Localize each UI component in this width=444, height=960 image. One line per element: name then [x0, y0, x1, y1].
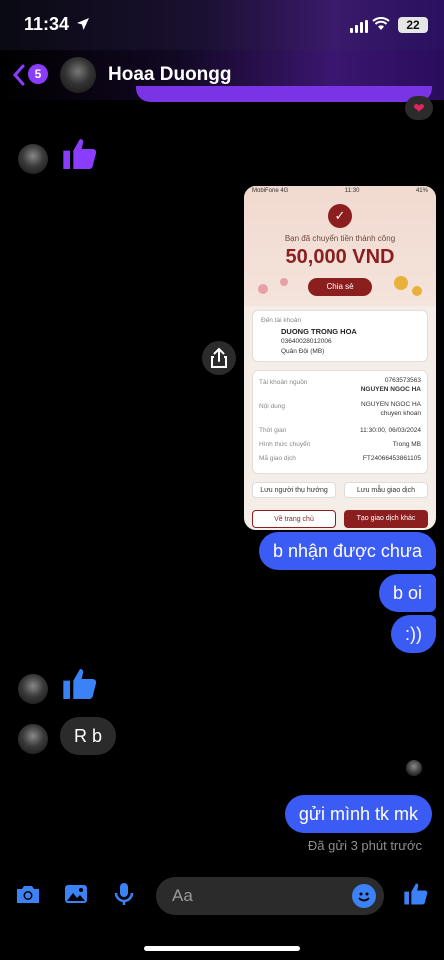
signal-icon [350, 20, 368, 33]
status-bar: 11:34 22 [0, 0, 444, 50]
heart-icon[interactable]: ❤ [405, 96, 433, 120]
thumbs-up-icon[interactable] [60, 134, 100, 174]
avatar[interactable] [18, 144, 48, 174]
beneficiary-name: DUONG TRONG HOA [281, 327, 357, 336]
thumbs-up-icon[interactable] [60, 664, 100, 704]
message-bubble-outgoing[interactable]: gửi mình tk mk [284, 795, 432, 833]
microphone-icon[interactable] [110, 880, 138, 908]
transaction-details-card: Tài khoản nguồn 0763573563 NGUYEN NGOC H… [252, 370, 428, 474]
receipt-carrier: MobiFone 4G [252, 188, 289, 194]
unread-count-badge[interactable]: 5 [28, 64, 48, 84]
transfer-receipt-image[interactable]: MobiFone 4G 11:30 41% ✓ Bạn đã chuyển ti… [244, 186, 436, 530]
detail-label: Tài khoản nguồn [259, 379, 308, 386]
receipt-share-button: Chia sẻ [308, 278, 372, 296]
previous-message-bubble[interactable] [136, 86, 432, 102]
detail-value: FT24066453861105 [362, 455, 421, 462]
home-button: Về trang chủ [252, 510, 336, 528]
seen-avatar [406, 760, 422, 776]
receipt-share-label: Chia sẻ [326, 282, 354, 291]
wifi-icon [372, 17, 390, 30]
message-text: :)) [405, 624, 422, 644]
status-time: 11:34 [24, 14, 70, 34]
message-text: R b [74, 726, 103, 746]
new-transaction-button: Tạo giao dịch khác [344, 510, 428, 528]
receipt-time: 11:30 [344, 188, 360, 194]
detail-value: NGUYEN NGOC HA [360, 386, 421, 393]
success-check-icon: ✓ [328, 204, 352, 228]
transfer-amount: 50,000 VND [285, 246, 395, 268]
location-arrow-icon [77, 18, 89, 30]
thumbs-up-icon[interactable] [402, 880, 430, 908]
home-indicator[interactable] [144, 946, 300, 951]
contact-avatar[interactable] [60, 57, 96, 93]
beneficiary-account: 03640028012006 [281, 338, 332, 345]
save-beneficiary-label: Lưu người thụ hưởng [260, 487, 328, 494]
detail-label: Thời gian [259, 427, 287, 434]
detail-value: 11:30:00, 06/03/2024 [360, 427, 421, 434]
emoji-icon[interactable] [352, 884, 376, 908]
message-bubble-incoming[interactable]: R b [60, 717, 117, 755]
save-template-button: Lưu mẫu giao dịch [344, 482, 428, 498]
message-bubble-outgoing[interactable]: :)) [391, 615, 436, 653]
detail-label: Nội dung [259, 403, 286, 410]
message-input[interactable]: Aa [156, 877, 384, 915]
avatar[interactable] [18, 674, 48, 704]
success-text: Bạn đã chuyển tiền thành công [284, 234, 396, 243]
to-account-label: Đến tài khoản [261, 317, 302, 324]
message-bubble-outgoing[interactable]: b oi [378, 574, 436, 612]
detail-value: 0763573563 [384, 377, 421, 384]
back-chevron-icon[interactable] [12, 64, 26, 86]
blossom-decoration [280, 278, 288, 286]
detail-value: Trong MB [392, 441, 421, 448]
message-bubble-outgoing[interactable]: b nhận được chưa [259, 532, 436, 570]
detail-label: Mã giao dịch [259, 455, 296, 462]
save-template-label: Lưu mẫu giao dịch [357, 487, 415, 494]
blossom-decoration [412, 286, 422, 296]
new-transaction-label: Tạo giao dịch khác [356, 515, 416, 522]
receipt-status-bar: MobiFone 4G 11:30 41% [252, 188, 428, 194]
blossom-decoration [258, 284, 268, 294]
message-input-placeholder: Aa [172, 886, 193, 905]
battery-icon: 22 [398, 17, 428, 33]
receipt-battery: 41% [415, 188, 428, 194]
message-text: b oi [392, 583, 422, 603]
detail-value: NGUYEN NGOC HA [361, 401, 421, 408]
save-beneficiary-button: Lưu người thụ hưởng [252, 482, 336, 498]
detail-value: chuyen khoan [380, 410, 421, 417]
avatar[interactable] [18, 724, 48, 754]
contact-name[interactable]: Hoaa Duongg [108, 64, 232, 86]
camera-icon[interactable] [14, 880, 42, 908]
blossom-decoration [394, 276, 408, 290]
message-text: gửi mình tk mk [298, 804, 418, 824]
message-text: b nhận được chưa [273, 541, 422, 561]
detail-label: Hình thức chuyển [259, 441, 311, 448]
photo-icon[interactable] [62, 880, 90, 908]
home-button-label: Về trang chủ [274, 516, 314, 523]
sent-status: Đã gửi 3 phút trước [307, 838, 422, 853]
beneficiary-card: Đến tài khoản DUONG TRONG HOA 0364002801… [252, 310, 428, 362]
share-icon [211, 347, 227, 368]
share-image-button[interactable] [202, 341, 236, 375]
beneficiary-bank: Quân Đội (MB) [281, 348, 325, 355]
